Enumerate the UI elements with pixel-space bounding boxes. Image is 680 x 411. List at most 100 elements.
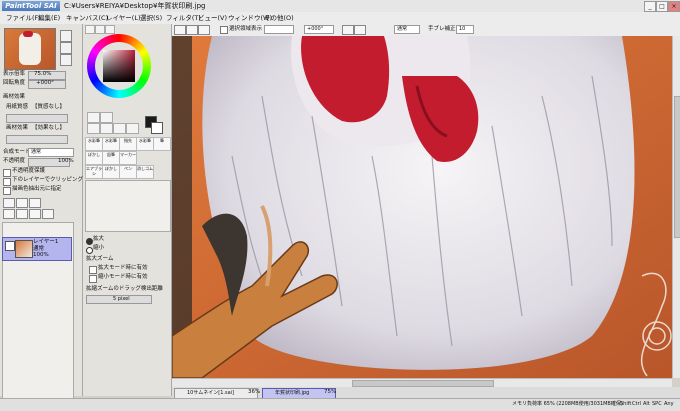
rgb-slider-tab[interactable]	[95, 25, 105, 34]
delete-layer-button[interactable]	[42, 209, 54, 219]
minimize-button[interactable]: _	[644, 1, 656, 12]
transfer-down-button[interactable]	[3, 209, 15, 219]
brush-slot[interactable]: 筆	[153, 137, 171, 151]
layer-item[interactable]: レイヤー1 通常 100%	[2, 237, 72, 261]
menu-view[interactable]: ビュー(V)	[198, 12, 227, 24]
brush-slot[interactable]: ぼかし	[85, 151, 103, 165]
zoom-out-enable-checkbox[interactable]	[89, 275, 97, 283]
opacity-label: 不透明度	[3, 158, 26, 164]
layer-thumbnail	[15, 240, 33, 258]
merge-down-button[interactable]	[16, 209, 28, 219]
zoom-in-button[interactable]	[198, 25, 210, 35]
layer-opacity: 100%	[33, 252, 49, 258]
maximize-button[interactable]: □	[656, 1, 668, 12]
rotate-tool-icon[interactable]	[113, 123, 126, 134]
protect-opacity-label: 不透明度保護	[12, 168, 46, 174]
canvas-blend-select[interactable]: 通常	[394, 25, 420, 34]
horizontal-scroll-thumb[interactable]	[352, 380, 494, 387]
menu-edit[interactable]: 編集(E)	[38, 12, 60, 24]
flip-button[interactable]	[342, 25, 354, 35]
sample-source-checkbox[interactable]	[3, 187, 11, 195]
brush-slot[interactable]: マーカー	[119, 151, 137, 165]
menu-file[interactable]: ファイル(F)	[6, 12, 41, 24]
zoom-out-radio[interactable]	[86, 247, 93, 254]
color-wheel-tab[interactable]	[85, 25, 95, 34]
brush-slot[interactable]: 消しゴム	[136, 165, 154, 179]
brush-slot[interactable]: 指先	[119, 137, 137, 151]
effect-value[interactable]: 【効果なし】	[32, 125, 65, 132]
close-button[interactable]: ×	[668, 1, 680, 12]
secondary-color-swatch[interactable]	[151, 122, 163, 134]
left-panel: 表示倍率 75.0% 回転角度 +000° 画材効果 用紙質感 【質感なし】 画…	[0, 24, 83, 404]
zoom-in-option: 拡大	[93, 236, 105, 242]
brush-slot[interactable]: ぼかし	[102, 165, 120, 179]
brush-slot[interactable]: 水彩筆	[85, 137, 103, 151]
canvas-angle-field[interactable]: +000°	[304, 25, 334, 34]
brush-slot[interactable]: 水彩筆	[136, 137, 154, 151]
brush-slot[interactable]: 鉛筆	[102, 151, 120, 165]
hand-tool-icon[interactable]	[126, 123, 139, 134]
selection-display-checkbox[interactable]	[220, 26, 228, 34]
menu-select[interactable]: 選択(S)	[140, 12, 162, 24]
menu-filter[interactable]: フィルタ(T)	[166, 12, 201, 24]
zoom-out-button[interactable]	[186, 25, 198, 35]
effect-strength-slider[interactable]	[6, 135, 68, 144]
key-indicator: SPC	[652, 401, 662, 407]
stabilizer-value: 10	[459, 26, 466, 32]
artwork	[172, 36, 672, 378]
menu-other[interactable]: その他(O)	[264, 12, 294, 24]
nav-rotate-button[interactable]	[60, 54, 72, 66]
select-tool-icon[interactable]	[87, 112, 100, 123]
vertical-scroll-thumb[interactable]	[674, 96, 680, 238]
effect-header: 画材効果	[3, 94, 26, 100]
menu-canvas[interactable]: キャンバス(C)	[66, 12, 108, 24]
window-title: C:¥Users¥REIYA¥Desktop¥年賀状印刷.jpg	[64, 2, 206, 10]
document-tabs-bar: 10サムネイン[1.sai] 36% 年賀状印刷.jpg 75%	[172, 387, 680, 399]
key-indicator: Alt	[643, 401, 650, 407]
zoom-out-option: 縮小	[93, 245, 105, 251]
brush-slot[interactable]: ペン	[119, 165, 137, 179]
new-folder-button[interactable]	[29, 198, 41, 208]
tab-label: 年賀状印刷.jpg	[275, 390, 310, 396]
eye-icon[interactable]	[5, 241, 15, 251]
nav-zoom-in-button[interactable]	[60, 30, 72, 42]
zoom-in-radio[interactable]	[86, 238, 93, 245]
saturation-value-box[interactable]	[103, 50, 135, 82]
deselect-button[interactable]	[174, 25, 186, 35]
canvas-zoom-field[interactable]	[264, 25, 294, 34]
stabilizer-select[interactable]: 10	[456, 25, 474, 34]
nav-zoom-out-button[interactable]	[60, 42, 72, 54]
zoom-value: 75.0%	[34, 71, 52, 77]
clear-layer-button[interactable]	[29, 209, 41, 219]
brush-list-empty	[85, 180, 171, 232]
lasso-tool-icon[interactable]	[100, 112, 113, 123]
memory-status: メモリ負荷率 65% (2208MB使用/3031MB確保)	[512, 401, 623, 407]
brush-slot[interactable]: 水彩筆	[102, 137, 120, 151]
drag-distance-slider[interactable]: 5 pixel	[86, 295, 152, 304]
rotate-reset-button[interactable]	[354, 25, 366, 35]
blend-mode-select[interactable]: 通常	[28, 148, 74, 157]
brush-slot[interactable]: エアブラシ	[85, 165, 103, 179]
navigator-thumbnail[interactable]	[4, 28, 56, 70]
new-linework-layer-button[interactable]	[16, 198, 28, 208]
canvas-blend-value: 通常	[397, 26, 408, 32]
angle-value: +000°	[36, 80, 54, 86]
zoom-tool-icon[interactable]	[100, 123, 113, 134]
tab-zoom: 75%	[324, 389, 337, 395]
canvas-angle-value: +000°	[307, 26, 324, 32]
layer-name: レイヤー1	[33, 239, 59, 245]
vertical-scrollbar[interactable]	[672, 36, 680, 378]
hsv-slider-tab[interactable]	[105, 25, 115, 34]
clipping-checkbox[interactable]	[3, 178, 11, 186]
zoom-in-enable-checkbox[interactable]	[89, 266, 97, 274]
tool-panel: 水彩筆 水彩筆 指先 水彩筆 筆 ぼかし 鉛筆 マーカー エアブラシ ぼかし ペ…	[83, 24, 172, 396]
paper-value[interactable]: 【質感なし】	[32, 104, 65, 111]
menu-layer[interactable]: レイヤー(L)	[106, 12, 141, 24]
new-layer-button[interactable]	[3, 198, 15, 208]
canvas[interactable]	[172, 36, 672, 378]
stabilizer-label: 手ブレ補正	[428, 26, 456, 32]
move-tool-icon[interactable]	[87, 123, 100, 134]
horizontal-scrollbar[interactable]	[172, 378, 672, 387]
protect-opacity-checkbox[interactable]	[3, 169, 11, 177]
paper-strength-slider[interactable]	[6, 114, 68, 123]
